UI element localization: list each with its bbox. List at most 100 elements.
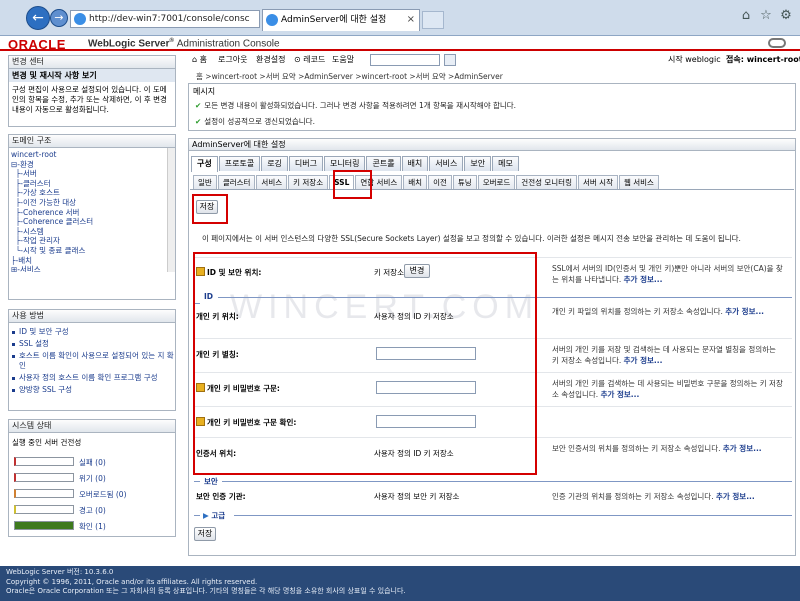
more-info-link[interactable]: 추가 정보... [725,307,764,316]
search-button[interactable] [444,54,456,66]
health-row: 경고 (0) [9,502,175,518]
section-advanced-line [234,515,792,516]
subtab-10[interactable]: 건전성 모니터링 [516,175,577,189]
domain-tree-item[interactable]: └-시작 및 종료 클래스 [11,246,173,256]
tab-2[interactable]: 로깅 [261,156,288,171]
tab-7[interactable]: 서비스 [429,156,464,171]
id-security-help: SSL에서 서버의 ID(인증서 및 개인 키)뿐만 아니라 서버의 보안(CA… [552,264,783,284]
tab-9[interactable]: 메모 [492,156,519,171]
console-toolbar: ⌂ 홈 로그아웃 환경설정 ⊙ 레코드 도움말 시작 weblogic 접속: … [188,52,800,68]
domain-tree-item[interactable]: ├-배치 [11,256,173,266]
tools-gear-icon[interactable]: ⚙ [778,8,794,24]
health-label[interactable]: 경고 (0) [79,505,106,516]
tab-3[interactable]: 디버그 [288,156,324,171]
view-changes-link[interactable]: 변경 및 재시작 사항 보기 [9,69,175,82]
subtab-9[interactable]: 오버로드 [477,175,516,189]
more-info-link[interactable]: 추가 정보... [601,390,640,399]
health-label[interactable]: 확인 (1) [79,521,106,532]
browser-tab[interactable]: AdminServer에 대한 설정 × [262,9,420,31]
tab-0[interactable]: 구성 [191,156,218,172]
more-info-link[interactable]: 추가 정보... [716,492,755,501]
health-row: 실패 (0) [9,454,175,470]
forward-button[interactable]: → [50,9,68,27]
how-do-i-title: 사용 방법 [9,310,175,323]
tab-4[interactable]: 모니터링 [324,156,366,171]
health-label[interactable]: 실패 (0) [79,457,106,468]
section-advanced-toggle[interactable]: ▶ 고급 [194,510,225,521]
domain-tree-item[interactable]: ├-시스템 [11,227,173,237]
domain-tree-item[interactable]: ⊟-환경 [11,160,173,170]
message-activated: ✔ 모든 변경 내용이 활성화되었습니다. 그러나 변경 사항을 적용하려면 1개… [195,101,517,110]
started-user: 시작 weblogic [668,55,721,64]
how-do-i-link[interactable]: 호스트 이름 확인이 사용으로 설정되어 있는 지 확인 [9,351,175,371]
subtab-8[interactable]: 튜닝 [452,175,477,189]
favorites-star-icon[interactable]: ☆ [758,8,774,24]
record-link[interactable]: ⊙ 레코드 [294,52,325,68]
domain-tree-item[interactable]: ├-서버 [11,169,173,179]
tab-5[interactable]: 콘트롤 [366,156,401,171]
tab-8[interactable]: 보안 [464,156,492,171]
highlight-save-button [192,194,228,224]
domain-tree-item[interactable]: ├-작업 관리자 [11,236,173,246]
domain-tree-item[interactable]: ├-이전 가능한 대상 [11,198,173,208]
domain-tree-item[interactable]: ├-Coherence 서버 [11,208,173,218]
tree-scrollbar[interactable] [167,148,175,272]
health-label[interactable]: 위기 (0) [79,473,106,484]
system-status-subtitle: 실행 중인 서버 건전성 [12,438,82,447]
how-do-i-link[interactable]: 양방향 SSL 구성 [9,385,175,395]
change-center-panel: 변경 센터 변경 및 재시작 사항 보기 구성 편집이 사용으로 설정되어 있습… [8,55,176,127]
checkmark-icon: ✔ [195,117,202,126]
home-icon[interactable]: ⌂ [738,8,754,24]
subtab-7[interactable]: 이전 [428,175,452,189]
new-tab-button[interactable] [422,11,444,29]
more-info-link[interactable]: 추가 정보... [624,356,663,365]
breadcrumb[interactable]: 홈 >wincert-root >서버 요약 >AdminServer >win… [196,71,503,82]
highlight-ssl-tab [333,170,372,199]
help-link[interactable]: 도움말 [332,52,354,68]
system-status-panel: 시스템 상태 실행 중인 서버 건전성 실패 (0) 위기 (0) 오버로드됨 (0… [8,419,176,537]
subtab-3[interactable]: 키 저장소 [288,175,329,189]
subtab-12[interactable]: 웹 서비스 [618,175,659,189]
health-bar [14,457,74,466]
subtab-1[interactable]: 클러스터 [217,175,256,189]
address-bar[interactable]: http://dev-win7:7001/console/consc [70,10,260,28]
checkmark-icon: ✔ [195,101,202,110]
connected-domain: 접속: wincert-root [726,55,800,64]
tab-6[interactable]: 배치 [401,156,429,171]
system-status-title: 시스템 상태 [9,420,175,433]
domain-tree-item[interactable]: wincert-root [11,150,173,160]
tab-title: AdminServer에 대한 설정 [281,15,387,25]
footer: WebLogic Server 버전: 10.3.6.0 Copyright ©… [0,566,800,601]
preferences-link[interactable]: 환경설정 [256,52,285,68]
tab-1[interactable]: 프로토콜 [218,156,261,171]
more-info-link[interactable]: 추가 정보... [723,444,762,453]
how-do-i-link[interactable]: SSL 설정 [9,339,175,349]
how-do-i-link[interactable]: ID 및 보안 구성 [9,327,175,337]
home-link[interactable]: ⌂ 홈 [192,52,207,68]
console-header: ORACLE WebLogic Server® Administration C… [0,36,800,52]
domain-tree: wincert-root ⊟-환경 ├-서버 ├-클러스터 ├-가상 호스트 ├-… [9,148,175,272]
domain-tree-item[interactable]: ├-Coherence 클러스터 [11,217,173,227]
domain-tree-item[interactable]: ├-클러스터 [11,179,173,189]
field-help: 서버의 개인 키를 저장 및 검색하는 데 사용되는 문자열 별칭을 정의하는 … [552,345,776,365]
more-info-link[interactable]: 추가 정보... [624,275,663,284]
domain-tree-item[interactable]: ├-가상 호스트 [11,188,173,198]
product-name: WebLogic Server® Administration Console [88,38,280,50]
search-input[interactable] [370,54,440,66]
subtab-11[interactable]: 서버 시작 [577,175,618,189]
subtab-6[interactable]: 배치 [403,175,428,189]
subtab-2[interactable]: 서비스 [256,175,288,189]
oracle-o-icon [768,38,786,48]
address-text: http://dev-win7:7001/console/consc [89,14,250,24]
how-do-i-link[interactable]: 사용자 정의 호스트 이름 확인 프로그램 구성 [9,373,175,383]
tab-close-icon[interactable]: × [407,10,415,30]
messages-panel: 메시지 ✔ 모든 변경 내용이 활성화되었습니다. 그러나 변경 사항을 적용하려… [188,83,796,131]
subtab-0[interactable]: 일반 [193,175,217,189]
logout-link[interactable]: 로그아웃 [218,52,247,68]
health-label[interactable]: 오버로드됨 (0) [79,489,127,500]
domain-tree-item[interactable]: ⊞-서비스 [11,265,173,272]
back-button[interactable]: ← [26,6,50,30]
trust-help: 인증 기관의 위치를 정의하는 키 저장소 속성입니다. 추가 정보... [552,492,755,501]
subtab-divider [190,189,794,190]
save-button-bottom[interactable]: 저장 [194,527,216,541]
